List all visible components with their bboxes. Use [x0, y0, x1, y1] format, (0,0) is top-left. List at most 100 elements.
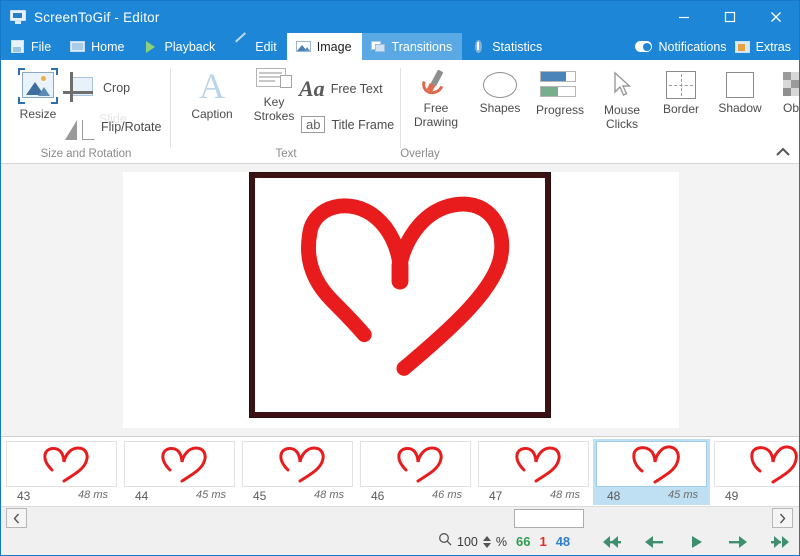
caption-button[interactable]: A Caption [181, 68, 243, 121]
frame-list[interactable]: 43 48 ms 44 45 ms 45 48 ms 46 46 ms 47 4… [1, 436, 799, 506]
transitions-icon [370, 40, 386, 53]
free-text-label: Free Text [330, 82, 383, 96]
maximize-button[interactable] [707, 1, 753, 33]
zoom-unit: % [495, 534, 507, 549]
frame-duration: 48 ms [78, 489, 108, 501]
shapes-label: Shapes [479, 101, 521, 115]
frame-thumbnail-43[interactable]: 43 48 ms [3, 439, 120, 505]
heart-thumb [160, 446, 207, 483]
spinner-icon[interactable] [482, 535, 491, 548]
ribbon-group-overlay: Free Drawing Shapes Progress Mouse Click… [400, 60, 799, 164]
key-strokes-button[interactable]: Key Strokes [243, 68, 305, 123]
crop-button[interactable]: Crop [63, 72, 130, 104]
title-frame-icon: ab [301, 116, 326, 133]
brush-icon [418, 68, 452, 98]
frame-number: 43 [17, 489, 31, 503]
close-button[interactable] [753, 1, 799, 33]
heart-thumb [396, 446, 443, 483]
frame-number: 47 [489, 489, 503, 503]
heart-thumb [514, 446, 561, 483]
mouse-clicks-button[interactable]: Mouse Clicks [591, 70, 653, 131]
frame-thumbnail-46[interactable]: 46 46 ms [357, 439, 474, 505]
tab-home[interactable]: Home [61, 33, 134, 60]
tab-image[interactable]: Image [286, 33, 362, 60]
frame-thumbnail-48[interactable]: 48 45 ms [593, 439, 710, 505]
status-bar: 100 % 66 1 48 [1, 528, 799, 555]
frame-thumbnail-47[interactable]: 47 48 ms [475, 439, 592, 505]
caption-label: Caption [191, 107, 233, 121]
heart-thumb [42, 446, 89, 483]
caption-icon: A [199, 66, 225, 106]
flip-rotate-icon [65, 114, 95, 140]
ellipse-icon [483, 72, 517, 98]
frame-duration: 48 ms [314, 489, 344, 501]
border-icon [666, 71, 696, 99]
heart-drawing [301, 196, 510, 376]
filmstrip-scrollbar[interactable] [1, 506, 799, 528]
resize-icon [16, 68, 60, 104]
thumb-image [478, 441, 589, 487]
tab-transitions-label: Transitions [391, 39, 453, 54]
frame-duration: 45 ms [196, 489, 226, 501]
thumb-image [124, 441, 235, 487]
tab-statistics[interactable]: Statistics [462, 33, 552, 60]
frame-thumbnail-49[interactable]: 49 47 [711, 439, 799, 505]
obfuscate-button[interactable]: Obfu [765, 72, 799, 115]
tab-home-label: Home [91, 39, 125, 54]
progress-icon [540, 70, 580, 100]
key-strokes-label: Key Strokes [253, 95, 295, 123]
first-icon[interactable] [601, 534, 623, 550]
tab-file[interactable]: File [1, 33, 61, 60]
scroll-right-button[interactable] [772, 508, 793, 528]
last-icon[interactable] [769, 534, 791, 550]
free-drawing-label: Free Drawing [413, 101, 458, 129]
bell-toggle-icon [635, 41, 653, 52]
flip-rotate-label: Flip/Rotate [101, 120, 162, 134]
title-frame-button[interactable]: ab Title Frame [301, 116, 394, 133]
playback-nav [601, 534, 791, 550]
tab-edit[interactable]: Edit [225, 32, 287, 60]
frame-image [255, 178, 545, 412]
free-drawing-button[interactable]: Free Drawing [405, 68, 467, 129]
scroll-left-button[interactable] [6, 508, 27, 528]
current-frame-preview[interactable] [249, 172, 551, 418]
extras-button[interactable]: Extras [734, 40, 791, 54]
tab-edit-label: Edit [255, 39, 277, 54]
obfuscate-icon [783, 72, 799, 98]
heart-thumb [749, 445, 798, 484]
image-icon [295, 40, 311, 53]
scrollbar-thumb[interactable] [514, 509, 584, 528]
mouse-clicks-label: Mouse Clicks [603, 103, 641, 131]
collapse-ribbon-icon[interactable] [775, 145, 791, 159]
thumb-image [242, 441, 353, 487]
previous-icon[interactable] [643, 534, 665, 550]
minimize-button[interactable] [661, 1, 707, 33]
tab-transitions[interactable]: Transitions [361, 33, 463, 60]
shadow-button[interactable]: Shadow [709, 72, 771, 115]
zoom-value[interactable]: 100 [457, 535, 478, 549]
screentogif-editor-window: ScreenToGif - Editor File Home Playback [0, 0, 800, 556]
free-text-button[interactable]: Aa Free Text [299, 76, 383, 102]
file-icon [10, 40, 25, 53]
next-icon[interactable] [727, 534, 749, 550]
window-title: ScreenToGif - Editor [34, 9, 160, 25]
frame-thumbnail-45[interactable]: 45 48 ms [239, 439, 356, 505]
flip-rotate-button[interactable]: Flip/Rotate [65, 114, 161, 140]
title-bar: ScreenToGif - Editor [1, 1, 799, 33]
zoom-control[interactable]: 100 % 66 1 48 [438, 532, 570, 551]
play-icon[interactable] [685, 534, 707, 550]
shadow-label: Shadow [718, 101, 762, 115]
home-icon [70, 40, 86, 53]
progress-label: Progress [535, 103, 585, 117]
tab-playback[interactable]: Playback [135, 33, 226, 60]
total-frames-count: 66 [515, 534, 531, 549]
thumb-image [360, 441, 471, 487]
border-button[interactable]: Border [650, 71, 712, 116]
tab-playback-label: Playback [164, 39, 216, 54]
resize-button[interactable]: Resize [7, 68, 69, 121]
heart-thumb [631, 445, 680, 484]
frame-thumbnail-44[interactable]: 44 45 ms [121, 439, 238, 505]
progress-button[interactable]: Progress [529, 70, 591, 117]
notifications-button[interactable]: Notifications [635, 40, 727, 54]
shapes-button[interactable]: Shapes [469, 72, 531, 115]
